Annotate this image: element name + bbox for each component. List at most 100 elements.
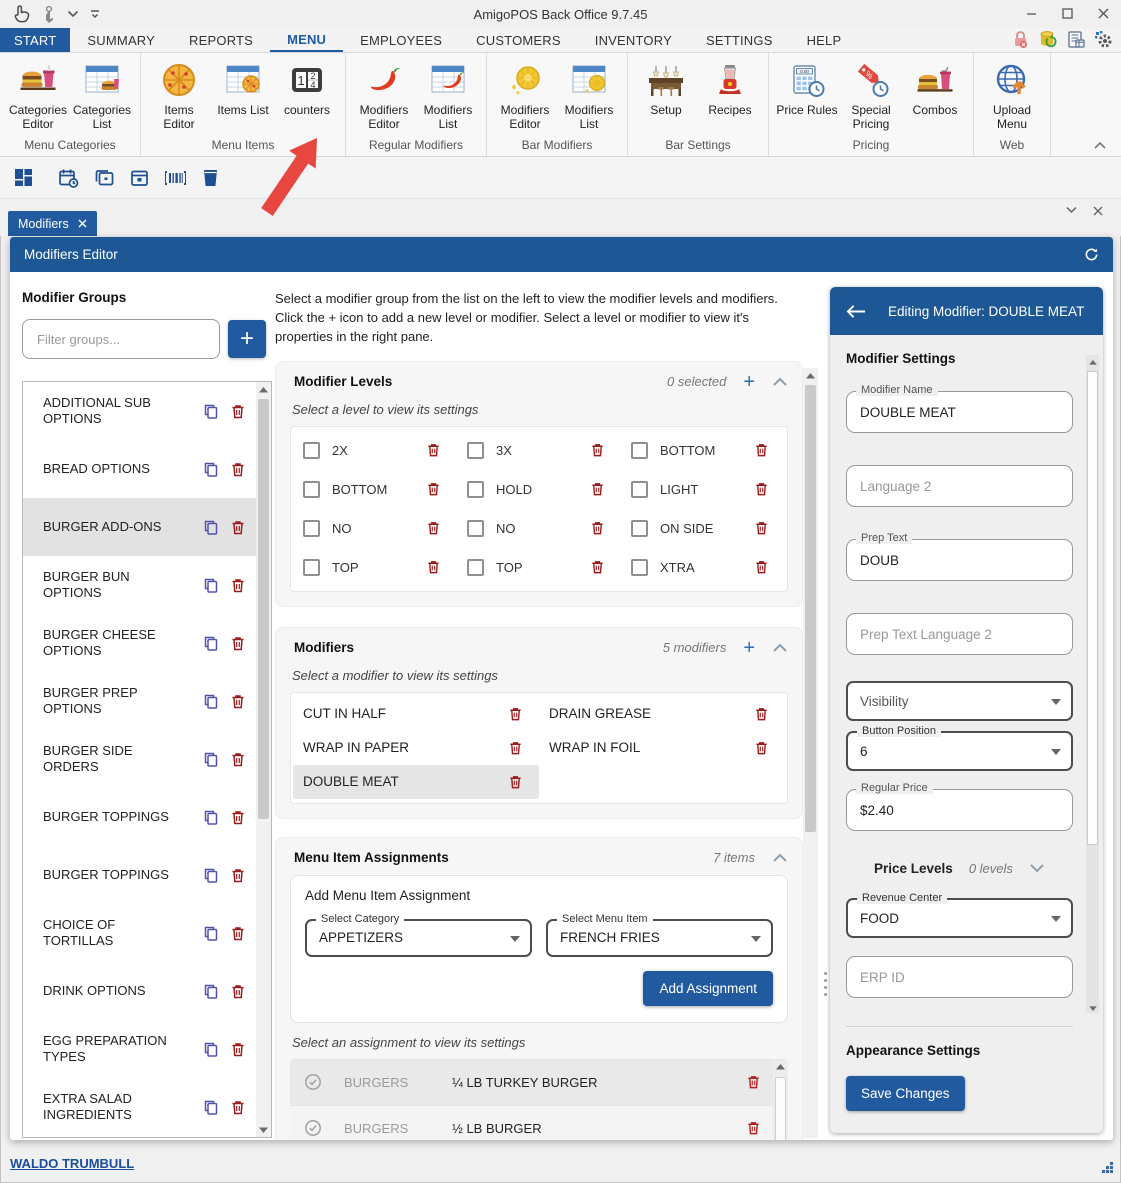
prep-text-input[interactable] (847, 553, 1072, 568)
menu-item-help[interactable]: HELP (790, 28, 859, 52)
prep-text-language2-field[interactable] (846, 613, 1073, 655)
database-sync-icon[interactable] (1038, 30, 1058, 49)
save-changes-button[interactable]: Save Changes (846, 1076, 965, 1111)
trash-icon[interactable] (230, 925, 246, 942)
select-category-dropdown[interactable]: Select Category APPETIZERS (305, 919, 532, 957)
combos-button[interactable]: Combos (903, 57, 967, 117)
group-row[interactable]: DRINK OPTIONS (23, 962, 256, 1020)
level-checkbox[interactable] (303, 520, 320, 537)
group-row-selected[interactable]: BURGER ADD-ONS (23, 498, 256, 556)
trash-icon[interactable] (230, 751, 246, 768)
copy-icon[interactable] (203, 519, 219, 536)
level-checkbox[interactable] (631, 520, 648, 537)
report-list-icon[interactable] (1067, 30, 1085, 49)
lock-icon[interactable] (1012, 30, 1029, 49)
trash-icon[interactable] (508, 706, 523, 722)
level-item[interactable]: HOLD (457, 470, 621, 509)
copy-icon[interactable] (203, 577, 219, 594)
filter-groups-input[interactable] (22, 319, 220, 359)
recipes-button[interactable]: Recipes (698, 57, 762, 117)
trash-icon[interactable] (230, 461, 246, 478)
level-item[interactable]: NO (457, 509, 621, 548)
ribbon-collapse-icon[interactable] (1093, 141, 1107, 150)
group-row[interactable]: BURGER TOPPINGS (23, 788, 256, 846)
trash-icon[interactable] (230, 403, 246, 420)
items-list-button[interactable]: Items List (211, 57, 275, 117)
language2-field[interactable] (846, 465, 1073, 507)
trash-icon[interactable] (590, 442, 605, 458)
modifier-item[interactable]: WRAP IN PAPER (293, 731, 539, 765)
dashboard-grid-icon[interactable] (14, 168, 33, 187)
maximize-button[interactable] (1049, 0, 1085, 27)
items-editor-button[interactable]: Items Editor (147, 57, 211, 132)
bar-modifiers-editor-button[interactable]: Modifiers Editor (493, 57, 557, 132)
scroll-up-icon[interactable] (773, 1060, 788, 1075)
group-row[interactable]: BURGER SIDE ORDERS (23, 730, 256, 788)
modifier-name-input[interactable] (847, 405, 1072, 420)
assignments-scrollbar[interactable] (773, 1060, 788, 1140)
modifier-item[interactable]: WRAP IN FOIL (539, 731, 785, 765)
level-checkbox[interactable] (467, 520, 484, 537)
trash-icon[interactable] (590, 520, 605, 536)
menu-item-employees[interactable]: EMPLOYEES (343, 28, 459, 52)
group-row[interactable]: ADDITIONAL SUB OPTIONS (23, 382, 256, 440)
level-checkbox[interactable] (631, 559, 648, 576)
level-checkbox[interactable] (303, 559, 320, 576)
menu-item-settings[interactable]: SETTINGS (689, 28, 790, 52)
menu-item-summary[interactable]: SUMMARY (70, 28, 172, 52)
trash-icon[interactable] (754, 559, 769, 575)
logged-in-user-link[interactable]: WALDO TRUMBULL (10, 1156, 134, 1171)
level-checkbox[interactable] (467, 481, 484, 498)
modifier-name-field[interactable]: Modifier Name (846, 391, 1073, 433)
level-item[interactable]: XTRA (621, 548, 785, 587)
trash-icon[interactable] (754, 706, 769, 722)
trash-icon[interactable] (508, 774, 523, 790)
erp-id-input[interactable] (847, 970, 1072, 985)
trash-icon[interactable] (746, 1074, 761, 1090)
level-item[interactable]: NO (293, 509, 457, 548)
price-rules-button[interactable]: 0.00 Price Rules (775, 57, 839, 117)
copy-icon[interactable] (203, 1041, 219, 1058)
language2-input[interactable] (847, 479, 1072, 494)
level-item[interactable]: 2X (293, 431, 457, 470)
close-button[interactable] (1085, 0, 1121, 27)
trash-icon[interactable] (230, 809, 246, 826)
modifier-item[interactable]: CUT IN HALF (293, 697, 539, 731)
trash-icon[interactable] (754, 740, 769, 756)
group-row[interactable]: BURGER CHEESE OPTIONS (23, 614, 256, 672)
prep-text-language2-input[interactable] (847, 627, 1072, 642)
trash-icon[interactable] (230, 1041, 246, 1058)
scroll-up-icon[interactable] (1086, 355, 1099, 369)
copy-icon[interactable] (203, 867, 219, 884)
trash-icon[interactable] (754, 481, 769, 497)
select-menu-item-dropdown[interactable]: Select Menu Item FRENCH FRIES (546, 919, 773, 957)
group-row[interactable]: BURGER TOPPINGS (23, 846, 256, 904)
tab-list-chevron-icon[interactable] (1066, 206, 1077, 216)
trash-icon[interactable] (230, 867, 246, 884)
collapse-levels-icon[interactable] (772, 376, 788, 387)
trash-icon[interactable] (230, 519, 246, 536)
trash-icon[interactable] (590, 559, 605, 575)
prep-text-field[interactable]: Prep Text (846, 539, 1073, 581)
copy-icon[interactable] (203, 809, 219, 826)
button-position-dropdown[interactable]: Button Position 6 (846, 731, 1073, 771)
menu-item-menu[interactable]: MENU (270, 28, 343, 52)
beer-glass-icon[interactable] (202, 168, 219, 188)
level-item[interactable]: BOTTOM (293, 470, 457, 509)
add-modifier-icon[interactable]: + (743, 640, 755, 656)
groups-scrollbar[interactable] (256, 382, 271, 1137)
trash-icon[interactable] (754, 520, 769, 536)
regular-price-input[interactable] (847, 803, 1072, 818)
collapse-modifiers-icon[interactable] (772, 642, 788, 653)
calendar-day-icon[interactable] (130, 168, 149, 188)
copy-icon[interactable] (203, 461, 219, 478)
trash-icon[interactable] (230, 577, 246, 594)
regular-price-field[interactable]: Regular Price (846, 789, 1073, 831)
calendar-clock-icon[interactable] (58, 168, 79, 188)
menu-item-start[interactable]: START (0, 28, 70, 52)
level-checkbox[interactable] (467, 559, 484, 576)
scroll-down-icon[interactable] (1086, 1006, 1099, 1011)
level-checkbox[interactable] (631, 442, 648, 459)
calendar-copy-icon[interactable] (94, 168, 115, 188)
trash-icon[interactable] (230, 1099, 246, 1116)
